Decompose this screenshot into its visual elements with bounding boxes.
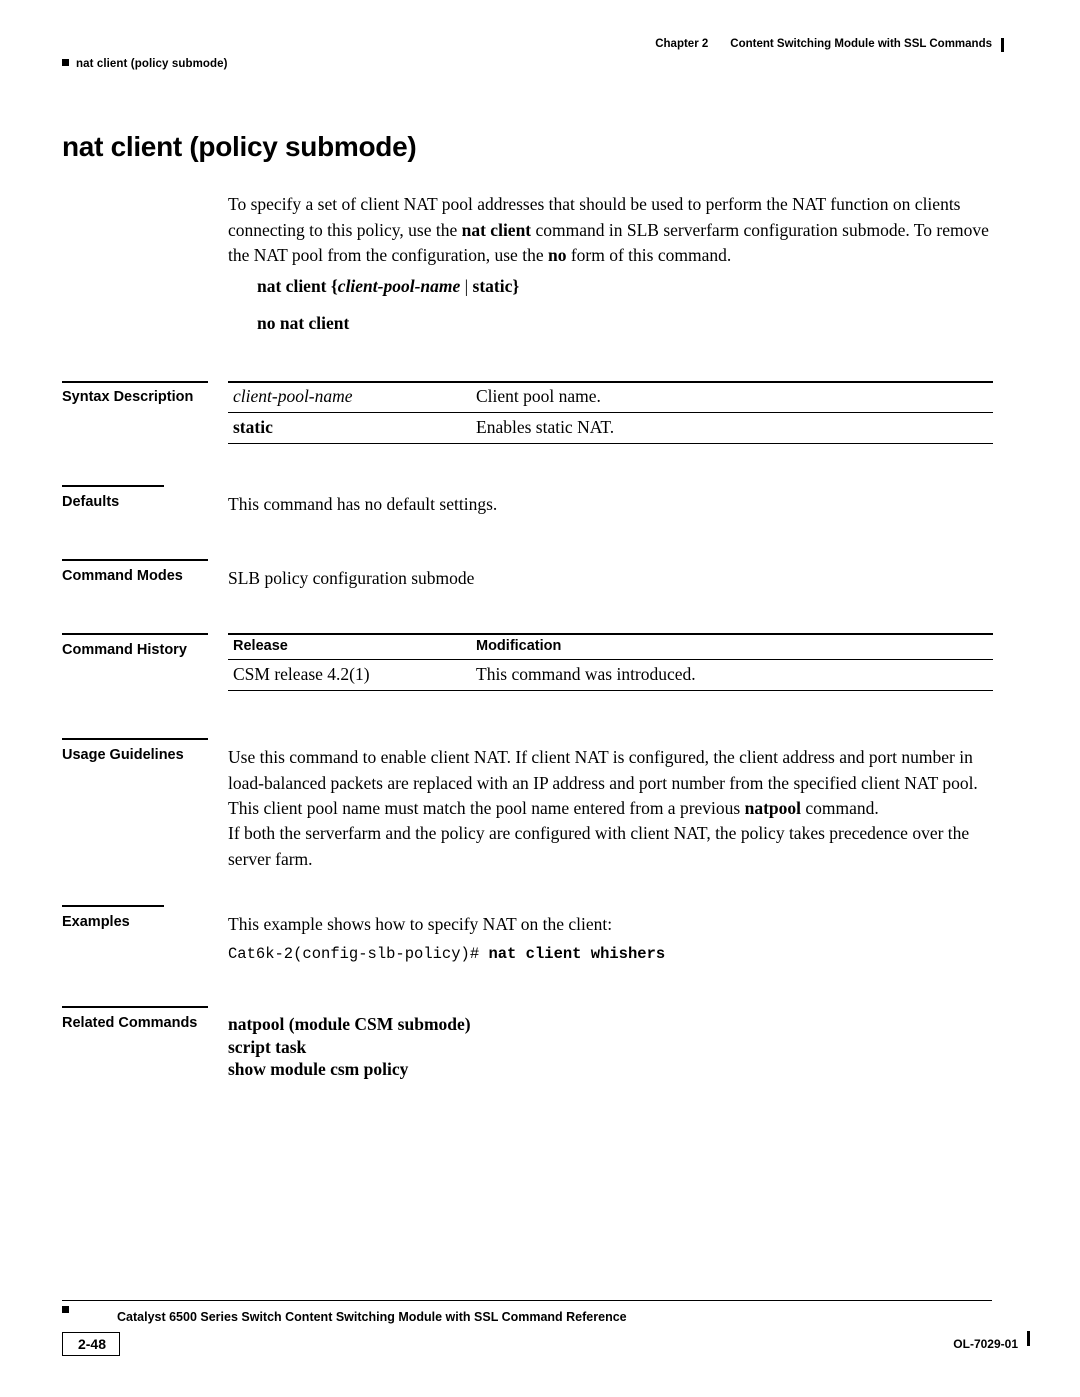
section-rule-examples (62, 905, 164, 907)
section-rule-syntax-description (62, 381, 208, 383)
section-label-command-modes: Command Modes (62, 568, 183, 584)
bullet-square-icon (62, 59, 69, 66)
section-label-command-history: Command History (62, 642, 187, 658)
footer-rule (62, 1300, 992, 1302)
table-row: static Enables static NAT. (228, 412, 993, 444)
section-rule-command-modes (62, 559, 208, 561)
syntax-description-table: client-pool-name Client pool name. stati… (228, 382, 993, 444)
table-row: CSM release 4.2(1) This command was intr… (228, 659, 993, 691)
header-left: nat client (policy submode) (62, 58, 228, 70)
syntax-no-form: no nat client (257, 313, 350, 333)
history-release: CSM release 4.2(1) (228, 659, 471, 691)
intro-bold-no: no (547, 245, 567, 265)
syntax-row-term: static (233, 417, 273, 437)
examples-text: This example shows how to specify NAT on… (228, 914, 613, 934)
header-right: Chapter 2 Content Switching Module with S… (655, 38, 1004, 52)
table-header-row: Release Modification (228, 634, 993, 660)
code-prompt: Cat6k-2(config-slb-policy)# (228, 945, 489, 963)
document-id: OL-7029-01 (953, 1337, 1018, 1351)
header-chapter-label: Chapter 2 (655, 38, 709, 50)
usage-para1-b: command. (801, 798, 879, 818)
intro-bold-command: nat client (461, 219, 532, 240)
page-header: nat client (policy submode) Chapter 2 Con… (62, 38, 1004, 72)
footer-edge-bar (1027, 1331, 1030, 1346)
page-title: nat client (policy submode) (62, 131, 417, 162)
header-edge-bar (1001, 38, 1004, 52)
footer-bullet-square-icon (62, 1306, 69, 1313)
section-label-defaults: Defaults (62, 494, 120, 510)
syntax-pipe: | (460, 276, 473, 296)
section-rule-usage-guidelines (62, 738, 208, 740)
section-label-related-commands: Related Commands (62, 1015, 198, 1031)
related-command-item[interactable]: show module csm policy (228, 1058, 471, 1081)
header-chapter-title: Content Switching Module with SSL Comman… (730, 38, 992, 50)
section-label-usage-guidelines: Usage Guidelines (62, 747, 184, 763)
history-modification: This command was introduced. (471, 659, 993, 691)
syntax-usage-line: nat client {client-pool-name | static} (257, 276, 519, 297)
syntax-row-desc: Enables static NAT. (476, 417, 615, 437)
command-modes-text: SLB policy configuration submode (228, 568, 475, 588)
page-number-box: 2-48 (62, 1332, 120, 1356)
intro-part3: form of this command. (566, 245, 732, 265)
section-label-examples: Examples (62, 914, 130, 930)
syntax-keyword-static: static (472, 276, 513, 296)
usage-guidelines-para-1: Use this command to enable client NAT. I… (228, 745, 993, 822)
header-left-text: nat client (policy submode) (76, 58, 228, 70)
syntax-row-term: client-pool-name (233, 386, 353, 406)
section-rule-related-commands (62, 1006, 208, 1008)
syntax-close-brace: } (512, 276, 520, 296)
syntax-open-brace: { (330, 276, 338, 296)
footer-document-title: Catalyst 6500 Series Switch Content Swit… (117, 1310, 627, 1324)
related-command-item[interactable]: script task (228, 1036, 471, 1059)
section-rule-command-history (62, 633, 208, 635)
example-code-line: Cat6k-2(config-slb-policy)# nat client w… (228, 945, 665, 963)
syntax-argument: client-pool-name (337, 276, 461, 296)
table-row: client-pool-name Client pool name. (228, 382, 993, 413)
page-number: 2-48 (77, 1336, 107, 1352)
code-command: nat client whishers (488, 945, 666, 963)
section-label-syntax-description: Syntax Description (62, 389, 194, 405)
column-header-release: Release (228, 634, 471, 660)
syntax-command: nat client (257, 276, 327, 296)
command-history-table: Release Modification CSM release 4.2(1) … (228, 634, 993, 691)
usage-guidelines-para-2: If both the serverfarm and the policy ar… (228, 823, 970, 869)
defaults-text: This command has no default settings. (228, 494, 498, 514)
related-commands-list: natpool (module CSM submode) script task… (228, 1013, 471, 1081)
related-command-item[interactable]: natpool (module CSM submode) (228, 1013, 471, 1036)
section-rule-defaults (62, 485, 164, 487)
intro-paragraph: To specify a set of client NAT pool addr… (228, 192, 993, 269)
column-header-modification: Modification (471, 634, 993, 660)
usage-para1-bold: natpool (744, 798, 801, 818)
syntax-row-desc: Client pool name. (476, 386, 601, 406)
